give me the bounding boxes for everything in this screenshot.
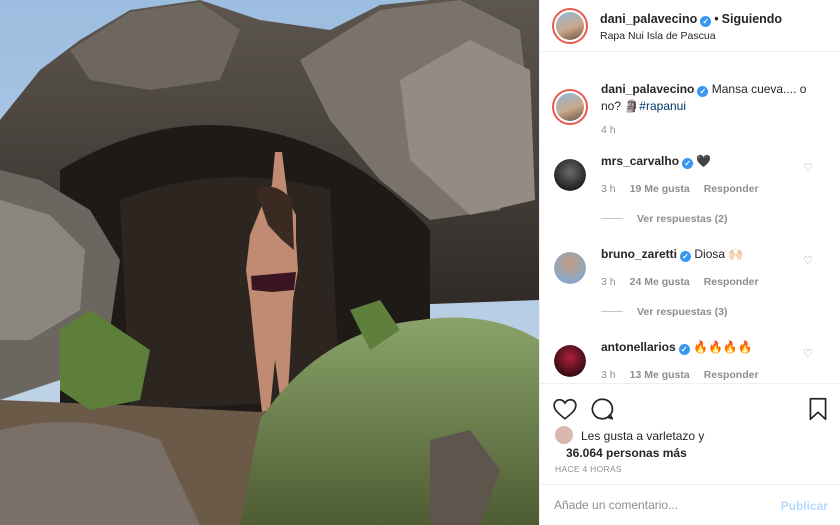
comment-icon[interactable] <box>589 396 615 422</box>
comments-list[interactable]: dani_palavecino ✓ Mansa cueva.... o no? 🗿… <box>540 53 840 383</box>
comment-text: mrs_carvalho ✓ 🖤 <box>601 153 811 170</box>
comment-body: 🔥🔥🔥🔥 <box>693 340 753 354</box>
bookmark-icon[interactable] <box>805 396 831 422</box>
heart-icon[interactable] <box>552 396 578 422</box>
caption-time[interactable]: 4 h <box>601 124 616 136</box>
post-photo[interactable] <box>0 0 539 525</box>
separator-dot: • <box>714 12 719 26</box>
reply-button[interactable]: Responder <box>704 183 759 195</box>
comment-username[interactable]: antonellarios <box>601 340 676 354</box>
view-replies-label: Ver respuestas (2) <box>637 213 728 225</box>
comment-body: 🖤 <box>696 154 712 168</box>
post-panel: dani_palavecino ✓ • Siguiendo Rapa Nui Isla… <box>539 0 840 525</box>
likes-summary[interactable]: Les gusta a varletazo y 36.064 personas … <box>555 426 825 462</box>
likes-line-2: 36.064 personas más <box>566 446 687 460</box>
replies-divider <box>601 218 623 219</box>
reply-button[interactable]: Responder <box>704 276 759 288</box>
caption-meta: 4 h <box>601 124 630 136</box>
comment-time[interactable]: 3 h <box>601 276 616 288</box>
commenter-avatar[interactable] <box>554 345 586 377</box>
view-replies-label: Ver respuestas (3) <box>637 306 728 318</box>
comment-time[interactable]: 3 h <box>601 369 616 381</box>
photo-scene <box>0 0 539 525</box>
comment-likes[interactable]: 24 Me gusta <box>630 276 690 288</box>
likes-line-1: Les gusta a varletazo y <box>581 429 705 443</box>
comment-body: Diosa 🙌🏻 <box>694 247 744 261</box>
liker-avatar <box>555 426 573 444</box>
publish-button[interactable]: Publicar <box>781 499 828 513</box>
comment-text: antonellarios ✓ 🔥🔥🔥🔥 <box>601 339 811 356</box>
verified-icon: ✓ <box>680 251 692 262</box>
like-comment-heart-icon[interactable]: ♡ <box>803 255 815 267</box>
post-header: dani_palavecino ✓ • Siguiendo Rapa Nui Isla… <box>540 0 840 52</box>
caption-hashtag[interactable]: #rapanui <box>639 99 686 113</box>
like-comment-heart-icon[interactable]: ♡ <box>803 162 815 174</box>
comment-likes[interactable]: 13 Me gusta <box>630 369 690 381</box>
author-username[interactable]: dani_palavecino <box>600 12 697 26</box>
commenter-avatar[interactable] <box>554 252 586 284</box>
author-avatar[interactable] <box>552 8 588 44</box>
view-replies-button[interactable]: Ver respuestas (2) <box>601 213 727 225</box>
following-button[interactable]: Siguiendo <box>722 12 782 26</box>
caption-username[interactable]: dani_palavecino <box>601 82 694 96</box>
comment-text: bruno_zaretti ✓ Diosa 🙌🏻 <box>601 246 811 263</box>
post-location[interactable]: Rapa Nui Isla de Pascua <box>600 30 716 42</box>
caption-avatar[interactable] <box>552 89 588 125</box>
reply-button[interactable]: Responder <box>704 369 759 381</box>
add-comment-bar: Publicar <box>540 484 840 525</box>
like-comment-heart-icon[interactable]: ♡ <box>803 348 815 360</box>
comment-likes[interactable]: 19 Me gusta <box>630 183 690 195</box>
caption-text: dani_palavecino ✓ Mansa cueva.... o no? 🗿… <box>601 81 811 115</box>
verified-icon: ✓ <box>697 86 709 97</box>
verified-icon: ✓ <box>678 344 690 355</box>
verified-icon: ✓ <box>700 16 712 27</box>
posted-time[interactable]: HACE 4 HORAS <box>555 464 622 474</box>
comment-meta: 3 h 19 Me gusta Responder <box>601 183 773 195</box>
comment-username[interactable]: mrs_carvalho <box>601 154 679 168</box>
view-replies-button[interactable]: Ver respuestas (3) <box>601 306 727 318</box>
comment-time[interactable]: 3 h <box>601 183 616 195</box>
replies-divider <box>601 311 623 312</box>
comment-meta: 3 h 24 Me gusta Responder <box>601 276 773 288</box>
comment-input[interactable] <box>554 495 764 515</box>
comment-meta: 3 h 13 Me gusta Responder <box>601 369 773 381</box>
verified-icon: ✓ <box>682 158 694 169</box>
commenter-avatar[interactable] <box>554 159 586 191</box>
comment-username[interactable]: bruno_zaretti <box>601 247 677 261</box>
